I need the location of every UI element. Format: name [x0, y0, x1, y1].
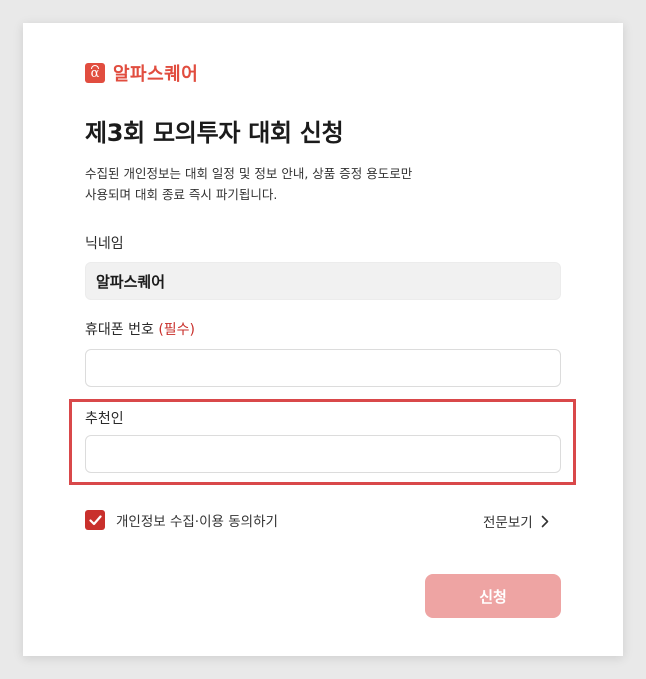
- privacy-notice-line2: 사용되며 대회 종료 즉시 파기됩니다.: [85, 187, 278, 202]
- brand-name: 알파스퀘어: [113, 64, 199, 85]
- application-card: α 알파스퀘어 제3회 모의투자 대회 신청 수집된 개인정보는 대회 일정 및…: [23, 23, 623, 656]
- nickname-label: 닉네임: [85, 236, 124, 252]
- check-icon: [88, 514, 102, 525]
- phone-input[interactable]: [85, 349, 561, 387]
- page-title: 제3회 모의투자 대회 신청: [85, 119, 344, 147]
- privacy-notice: 수집된 개인정보는 대회 일정 및 정보 안내, 상품 증정 용도로만 사용되며…: [85, 163, 525, 205]
- nickname-value: 알파스퀘어: [96, 272, 166, 291]
- phone-label: 휴대폰 번호 (필수): [85, 319, 195, 339]
- view-full-label: 전문보기: [483, 515, 533, 531]
- referrer-label: 추천인: [85, 411, 124, 427]
- view-full-link[interactable]: 전문보기: [483, 511, 549, 531]
- consent-label: 개인정보 수집·이용 동의하기: [116, 514, 278, 530]
- phone-label-text: 휴대폰 번호: [85, 322, 154, 338]
- referrer-input[interactable]: [85, 435, 561, 473]
- consent-row: 개인정보 수집·이용 동의하기: [85, 510, 278, 530]
- consent-checkbox[interactable]: [85, 510, 105, 530]
- chevron-right-icon: [541, 515, 549, 528]
- required-mark: (필수): [158, 322, 195, 338]
- nickname-field: 알파스퀘어: [85, 262, 561, 300]
- brand: α 알파스퀘어: [85, 62, 199, 85]
- submit-button[interactable]: 신청: [425, 574, 561, 618]
- brand-logo-icon: α: [85, 63, 105, 83]
- privacy-notice-line1: 수집된 개인정보는 대회 일정 및 정보 안내, 상품 증정 용도로만: [85, 166, 413, 181]
